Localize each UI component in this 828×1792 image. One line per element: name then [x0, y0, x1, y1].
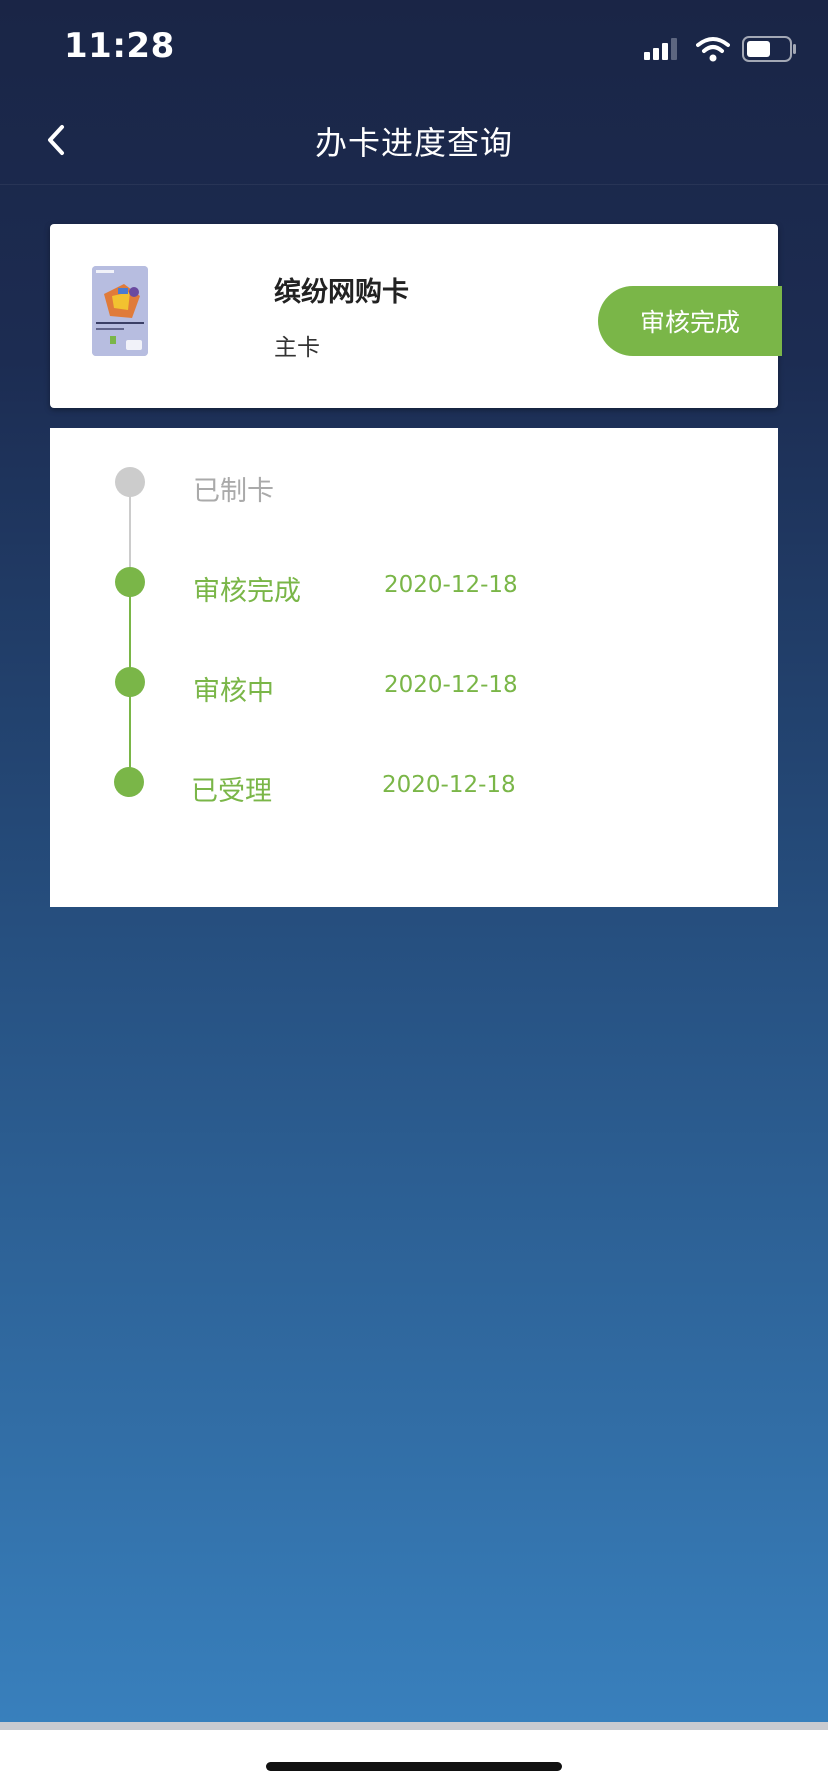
timeline-step-label: 审核中 [193, 676, 274, 707]
battery-icon [742, 36, 796, 62]
timeline-step-date: 2020-12-18 [382, 772, 516, 798]
home-indicator[interactable] [266, 1762, 562, 1771]
page-title: 办卡进度查询 [314, 124, 513, 162]
timeline-step-label: 审核完成 [193, 576, 301, 607]
status-icons [644, 34, 798, 64]
card-name: 缤纷网购卡 [274, 277, 409, 308]
card-summary-panel: 缤纷网购卡 主卡 审核完成 [50, 224, 782, 408]
progress-timeline: 已制卡 审核完成 2020-12-18 审核中 2020-12-18 已受理 2… [50, 428, 778, 907]
timeline-dot [115, 567, 145, 597]
timeline-dot [114, 767, 144, 797]
bottom-bar [0, 1722, 828, 1792]
card-type: 主卡 [274, 335, 320, 361]
nav-bar: 办卡进度查询 [0, 96, 828, 185]
credit-card-image [92, 266, 148, 356]
status-bar: 11:28 [0, 0, 828, 96]
cellular-signal-icon [644, 38, 677, 60]
timeline-step-label: 已制卡 [193, 476, 274, 507]
status-badge: 审核完成 [598, 286, 782, 356]
timeline-step-date: 2020-12-18 [384, 572, 518, 598]
timeline-dot [115, 467, 145, 497]
status-time: 11:28 [64, 26, 175, 66]
timeline-step-label: 已受理 [191, 776, 272, 807]
timeline-step-date: 2020-12-18 [384, 672, 518, 698]
wifi-icon [696, 37, 730, 62]
timeline-dot [115, 667, 145, 697]
